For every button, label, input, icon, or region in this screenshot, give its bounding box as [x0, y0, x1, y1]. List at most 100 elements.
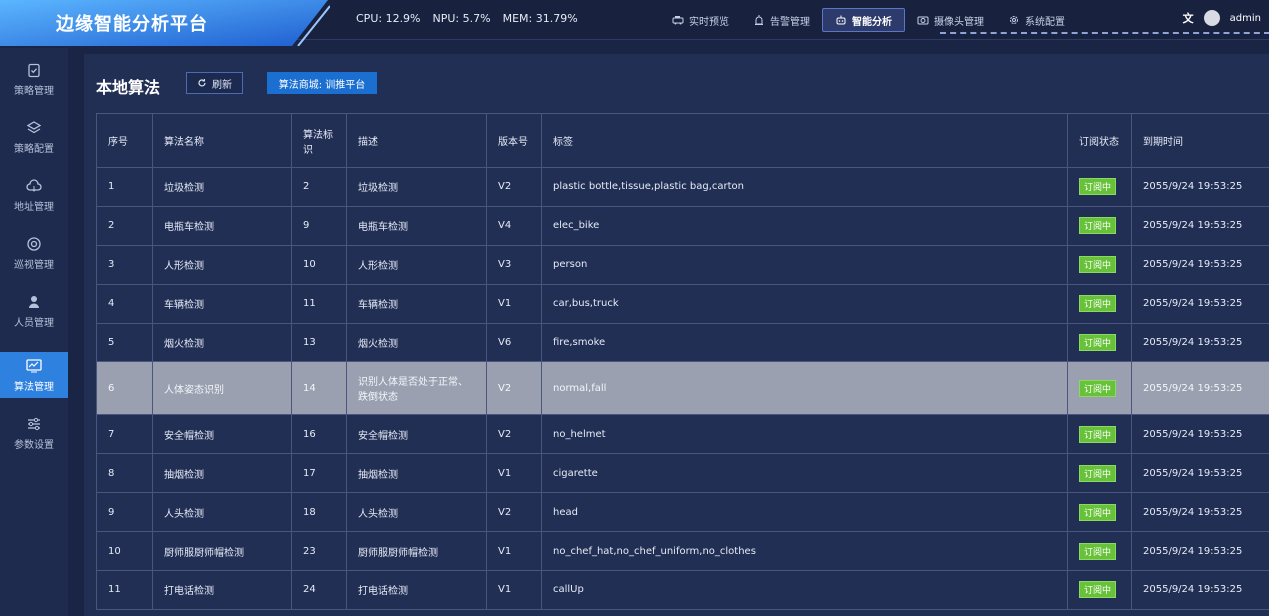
refresh-icon [198, 78, 206, 87]
table-cell-id: 2 [291, 167, 347, 207]
table-cell-desc: 识别人体是否处于正常、跌倒状态 [346, 361, 487, 416]
mem-stat: MEM: 31.79% [502, 12, 578, 25]
table-cell-id: 23 [291, 531, 347, 572]
refresh-button[interactable]: 刷新 [186, 72, 243, 94]
table-cell-desc: 车辆检测 [346, 283, 487, 324]
nav-smart-analysis[interactable]: 智能分析 [822, 8, 905, 32]
table-cell-status: 订阅中 [1067, 167, 1132, 207]
table-cell-desc: 人头检测 [346, 492, 487, 533]
sidebar-item-label: 人员管理 [14, 317, 54, 329]
table-cell-desc: 打电话检测 [346, 570, 487, 610]
table-cell-expire: 2055/9/24 19:53:25 [1131, 167, 1269, 207]
table-cell-status: 订阅中 [1067, 414, 1132, 455]
table-cell-id: 17 [291, 453, 347, 494]
table-row[interactable]: 2 电瓶车检测 9 电瓶车检测 V4 elec_bike 订阅中 2055/9/24 19:5… [96, 205, 1269, 246]
gear-icon [1010, 16, 1018, 24]
sidebar-item-label: 地址管理 [14, 201, 54, 213]
status-badge: 订阅中 [1079, 334, 1117, 351]
table-cell-desc: 烟火检测 [346, 322, 487, 363]
column-header: 算法名称 [152, 113, 292, 168]
table-cell-expire: 2055/9/24 19:53:25 [1131, 205, 1269, 246]
sidebar-item-label: 策略管理 [14, 85, 54, 97]
table-cell-id: 9 [291, 205, 347, 246]
table-cell-expire: 2055/9/24 19:53:25 [1131, 322, 1269, 363]
nav-camera-management[interactable]: 摄像头管理 [905, 8, 996, 32]
camera-car-icon [672, 16, 684, 25]
sidebar-item-strategy-config[interactable]: 策略配置 [0, 114, 68, 160]
table-row[interactable]: 10 厨师服厨师帽检测 23 厨师服厨师帽检测 V1 no_chef_hat,no_che… [96, 531, 1269, 572]
table-row[interactable]: 6 人体姿态识别 14 识别人体是否处于正常、跌倒状态 V2 normal,fall 订阅中… [96, 361, 1269, 416]
table-cell-tags: plastic bottle,tissue,plastic bag,carton [541, 167, 1068, 207]
nav-label: 智能分析 [852, 16, 892, 28]
table-cell-no: 6 [96, 361, 153, 416]
table-row[interactable]: 1 垃圾检测 2 垃圾检测 V2 plastic bottle,tissue,plasti… [96, 167, 1269, 207]
table-cell-no: 8 [96, 453, 153, 494]
table-cell-desc: 安全帽检测 [346, 414, 487, 455]
status-badge: 订阅中 [1079, 581, 1117, 599]
table-cell-name: 电瓶车检测 [152, 205, 292, 246]
sidebar-item-algorithm-management[interactable]: 算法管理 [0, 352, 68, 398]
table-row[interactable]: 11 打电话检测 24 打电话检测 V1 callUp 订阅中 2055/9/24 19:53… [96, 570, 1269, 610]
table-cell-no: 1 [96, 167, 153, 207]
system-stats: CPU: 12.9% NPU: 5.7% MEM: 31.79% [356, 12, 578, 25]
table-cell-expire: 2055/9/24 19:53:25 [1131, 570, 1269, 610]
column-header: 到期时间 [1131, 113, 1269, 168]
table-row[interactable]: 7 安全帽检测 16 安全帽检测 V2 no_helmet 订阅中 2055/9/24 19:… [96, 414, 1269, 455]
table-cell-id: 18 [291, 492, 347, 533]
table-row[interactable]: 8 抽烟检测 17 抽烟检测 V1 cigarette 订阅中 2055/9/24 19:53… [96, 453, 1269, 494]
table-cell-tags: callUp [541, 570, 1068, 610]
table-cell-id: 13 [291, 322, 347, 363]
status-badge: 订阅中 [1079, 503, 1117, 521]
sidebar-item-address-management[interactable]: 地址管理 [0, 172, 68, 218]
table-cell-expire: 2055/9/24 19:53:25 [1131, 453, 1269, 494]
table-cell-expire: 2055/9/24 19:53:25 [1131, 244, 1269, 285]
top-nav: 实时预览 告警管理 智能分析 摄像头管理 系统配置 [660, 8, 1077, 32]
nav-divider [940, 32, 1269, 34]
translate-icon[interactable]: 文 [1183, 10, 1194, 26]
top-bar: 边缘智能分析平台 CPU: 12.9% NPU: 5.7% MEM: 31.79… [0, 0, 1269, 46]
cpu-stat: CPU: 12.9% [356, 12, 421, 25]
table-cell-status: 订阅中 [1067, 570, 1132, 610]
layers-icon [26, 120, 42, 133]
table-cell-tags: normal,fall [541, 361, 1068, 416]
table-row[interactable]: 4 车辆检测 11 车辆检测 V1 car,bus,truck 订阅中 2055/9/24 1… [96, 283, 1269, 324]
sidebar-item-strategy-management[interactable]: 策略管理 [0, 56, 68, 102]
sidebar-item-patrol-management[interactable]: 巡视管理 [0, 230, 68, 276]
table-header-row: 序号 算法名称 算法标识 描述 版本号 标签 订阅状态 到期时间 [96, 113, 1269, 168]
table-row[interactable]: 5 烟火检测 13 烟火检测 V6 fire,smoke 订阅中 2055/9/24 19:5… [96, 322, 1269, 363]
algorithm-market-button[interactable]: 算法商城: 训推平台 [267, 72, 377, 94]
table-cell-status: 订阅中 [1067, 322, 1132, 363]
table-row[interactable]: 3 人形检测 10 人形检测 V3 person 订阅中 2055/9/24 19:53:25 [96, 244, 1269, 285]
table-cell-expire: 2055/9/24 19:53:25 [1131, 283, 1269, 324]
robot-icon [836, 15, 846, 25]
table-cell-status: 订阅中 [1067, 361, 1132, 416]
table-cell-name: 烟火检测 [152, 322, 292, 363]
status-badge: 订阅中 [1079, 425, 1117, 443]
nav-label: 实时预览 [689, 16, 729, 28]
status-badge: 订阅中 [1079, 379, 1117, 397]
table-cell-desc: 电瓶车检测 [346, 205, 487, 246]
avatar[interactable] [1203, 10, 1220, 26]
algorithm-table: 序号 算法名称 算法标识 描述 版本号 标签 订阅状态 到期时间 1 垃圾检测 2 垃… [96, 113, 1269, 610]
cloud-icon [26, 178, 42, 192]
table-cell-no: 5 [96, 322, 153, 363]
table-cell-ver: V6 [486, 322, 542, 363]
alarm-icon [755, 15, 763, 25]
table-row[interactable]: 9 人头检测 18 人头检测 V2 head 订阅中 2055/9/24 19:53:25 [96, 492, 1269, 533]
table-cell-expire: 2055/9/24 19:53:25 [1131, 531, 1269, 572]
nav-live-preview[interactable]: 实时预览 [660, 8, 741, 32]
table-cell-ver: V2 [486, 167, 542, 207]
table-cell-name: 抽烟检测 [152, 453, 292, 494]
sidebar-item-personnel-management[interactable]: 人员管理 [0, 288, 68, 334]
nav-alarm-management[interactable]: 告警管理 [741, 8, 822, 32]
table-cell-desc: 垃圾检测 [346, 167, 487, 207]
username[interactable]: admin [1230, 13, 1261, 24]
sidebar-item-parameter-settings[interactable]: 参数设置 [0, 410, 68, 456]
status-badge: 订阅中 [1079, 256, 1117, 274]
npu-stat: NPU: 5.7% [432, 12, 491, 25]
nav-system-config[interactable]: 系统配置 [996, 8, 1077, 32]
table-cell-tags: car,bus,truck [541, 283, 1068, 324]
status-badge: 订阅中 [1079, 217, 1117, 235]
table-cell-id: 10 [291, 244, 347, 285]
table-cell-id: 16 [291, 414, 347, 455]
